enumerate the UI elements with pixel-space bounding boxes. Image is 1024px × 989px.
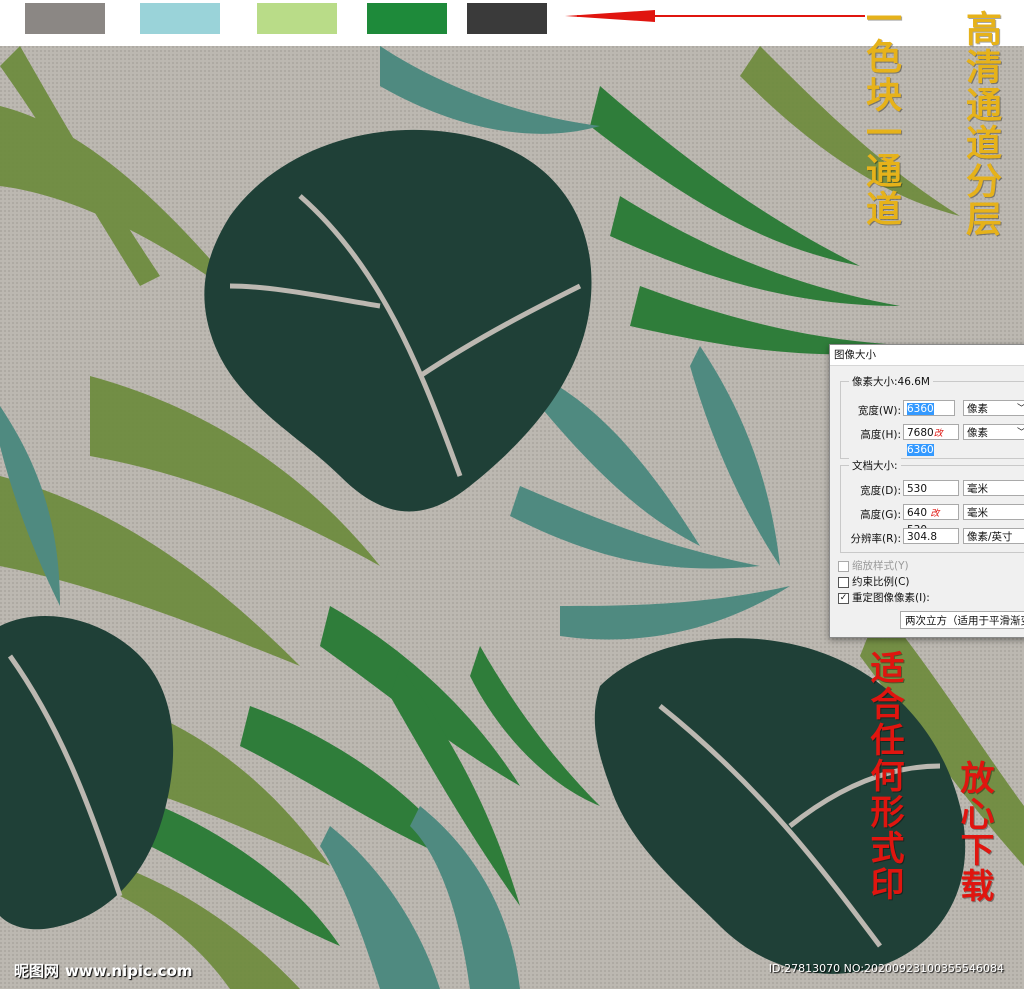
- chevron-down-icon: ﹀: [1017, 401, 1024, 417]
- width-input[interactable]: 6360: [903, 400, 955, 416]
- height-input[interactable]: 7680改6360: [903, 424, 959, 456]
- document-size-label: 文档大小:: [849, 458, 901, 473]
- resample-checkbox[interactable]: ✓ 重定图像像素(I):: [838, 591, 930, 605]
- height-unit-select[interactable]: 像素﹀: [963, 424, 1024, 440]
- watermark-id: ID:27813070 NO:20200923100355546084: [768, 962, 1004, 975]
- watermark-logo: 昵图网: [14, 962, 60, 980]
- swatch-light-green: [257, 3, 337, 34]
- scale-styles-checkbox[interactable]: 缩放样式(Y): [838, 559, 909, 573]
- width-unit-select[interactable]: 像素﹀: [963, 400, 1024, 416]
- doc-height-label: 高度(G):: [860, 509, 901, 521]
- annotation-download-assured: 放心下载: [954, 760, 994, 904]
- doc-height-unit-select[interactable]: 毫米: [963, 504, 1024, 520]
- doc-width-input[interactable]: 530: [903, 480, 959, 496]
- resample-method-select[interactable]: 两次立方（适用于平滑渐变: [900, 611, 1024, 629]
- height-label: 高度(H):: [860, 429, 901, 441]
- annotation-one-color-one-channel: 一色块一通道: [860, 0, 902, 228]
- watermark-site: www.nipic.com: [65, 962, 193, 980]
- annotation-suitable-printing: 适合任何形式印: [864, 650, 904, 902]
- annotation-hd-channel-layers: 高清通道分层: [960, 10, 1002, 238]
- swatch-light-blue: [140, 3, 220, 34]
- swatch-green: [367, 3, 447, 34]
- doc-width-label: 宽度(D):: [860, 485, 901, 497]
- swatch-grey: [25, 3, 105, 34]
- resolution-input[interactable]: 304.8: [903, 528, 959, 544]
- pixel-dimensions-group: 像素大小:46.6M 宽度(W): 6360 像素﹀ 高度(H): 7680改6…: [840, 374, 1024, 459]
- chevron-down-icon: ﹀: [1017, 425, 1024, 441]
- width-label: 宽度(W):: [857, 405, 901, 417]
- document-size-group: 文档大小: 宽度(D): 530 毫米 高度(G): 640 改 530 毫米 …: [840, 458, 1024, 553]
- image-size-dialog[interactable]: 图像大小 像素大小:46.6M 宽度(W): 6360 像素﹀ 高度(H): 7…: [829, 344, 1024, 638]
- pointer-arrow-icon: [565, 10, 865, 22]
- swatch-dark-grey: [467, 3, 547, 34]
- pixel-dimensions-label: 像素大小:46.6M: [849, 374, 933, 389]
- constrain-proportions-checkbox[interactable]: 约束比例(C): [838, 575, 910, 589]
- doc-height-input[interactable]: 640 改 530: [903, 504, 959, 536]
- dialog-title: 图像大小: [830, 345, 1024, 366]
- resolution-unit-select[interactable]: 像素/英寸: [963, 528, 1024, 544]
- resolution-label: 分辨率(R):: [850, 533, 901, 545]
- doc-width-unit-select[interactable]: 毫米: [963, 480, 1024, 496]
- nipic-watermark: 昵图网 www.nipic.com: [14, 960, 192, 981]
